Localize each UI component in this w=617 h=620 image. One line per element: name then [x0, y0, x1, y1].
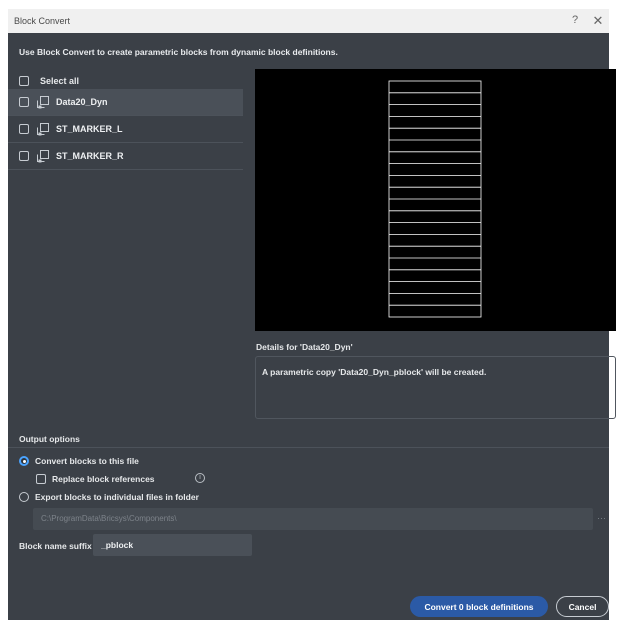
block-list-item[interactable]: ST_MARKER_L: [8, 116, 243, 143]
info-icon[interactable]: i: [195, 473, 205, 483]
browse-folder-button[interactable]: ···: [597, 513, 606, 523]
export-to-folder-radio[interactable]: [19, 492, 29, 502]
replace-references-checkbox[interactable]: [36, 474, 46, 484]
block-name: ST_MARKER_R: [56, 151, 124, 161]
select-all-row[interactable]: Select all: [8, 72, 243, 90]
window-title: Block Convert: [14, 16, 71, 26]
suffix-input[interactable]: [93, 534, 252, 556]
convert-to-file-radio[interactable]: [19, 456, 29, 466]
replace-references-label[interactable]: Replace block references: [52, 474, 155, 484]
intro-text: Use Block Convert to create parametric b…: [19, 47, 338, 57]
block-checkbox[interactable]: [19, 124, 29, 134]
output-options-label: Output options: [19, 434, 80, 444]
block-name: ST_MARKER_L: [56, 124, 123, 134]
cancel-button[interactable]: Cancel: [556, 596, 609, 617]
details-label: Details for 'Data20_Dyn': [256, 342, 353, 352]
block-list-item[interactable]: ST_MARKER_R: [8, 143, 243, 170]
block-icon: [37, 123, 49, 136]
folder-path-field[interactable]: C:\ProgramData\Bricsys\Components\: [33, 508, 593, 530]
convert-to-file-label[interactable]: Convert blocks to this file: [35, 456, 139, 466]
block-icon: [37, 96, 49, 109]
block-checkbox[interactable]: [19, 151, 29, 161]
block-convert-dialog: Block Convert ? ✕ Use Block Convert to c…: [8, 9, 616, 620]
divider: [8, 447, 609, 448]
block-preview-drawing: [388, 80, 482, 318]
suffix-label: Block name suffix: [19, 541, 92, 551]
folder-path-text: C:\ProgramData\Bricsys\Components\: [41, 514, 177, 523]
select-all-checkbox[interactable]: [19, 76, 29, 86]
select-all-label: Select all: [40, 76, 80, 86]
block-name: Data20_Dyn: [56, 97, 108, 107]
convert-button[interactable]: Convert 0 block definitions: [410, 596, 548, 617]
block-icon: [37, 150, 49, 163]
help-icon[interactable]: ?: [569, 14, 581, 26]
details-text: A parametric copy 'Data20_Dyn_pblock' wi…: [262, 367, 487, 377]
close-icon[interactable]: ✕: [592, 13, 604, 29]
block-list-item[interactable]: Data20_Dyn: [8, 89, 243, 116]
block-preview: [255, 69, 616, 331]
export-to-folder-label[interactable]: Export blocks to individual files in fol…: [35, 492, 199, 502]
title-bar: Block Convert ? ✕: [8, 9, 609, 33]
block-checkbox[interactable]: [19, 97, 29, 107]
details-box: A parametric copy 'Data20_Dyn_pblock' wi…: [255, 356, 616, 419]
